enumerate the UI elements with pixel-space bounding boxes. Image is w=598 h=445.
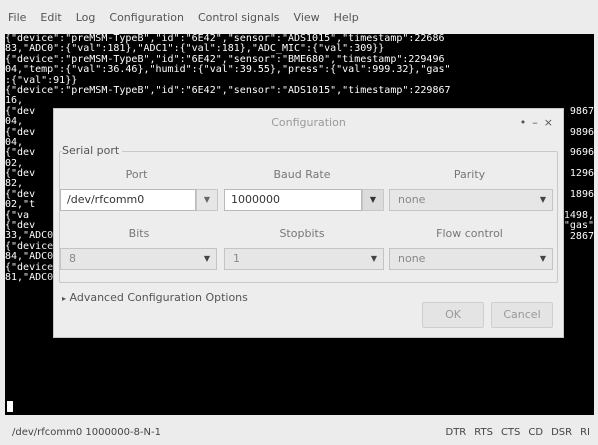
menu-view[interactable]: View (294, 11, 320, 24)
flow-control-label: Flow control (436, 227, 503, 240)
connection-status: /dev/rfcomm0 1000000-8-N-1 (12, 427, 161, 438)
status-bar: /dev/rfcomm0 1000000-8-N-1 DTR RTS CTS C… (0, 420, 598, 445)
menu-control-signals[interactable]: Control signals (198, 11, 280, 24)
chevron-down-icon: ▼ (539, 195, 546, 204)
terminal-fragment: 1896 (569, 189, 594, 200)
ok-button[interactable]: OK (422, 302, 484, 328)
baud-rate-dropdown-button[interactable]: ▼ (362, 189, 384, 211)
rts-indicator[interactable]: RTS (474, 427, 493, 438)
menu-file[interactable]: File (8, 11, 26, 24)
terminal-line: 04,"temp":{"val":36.46},"humid":{"val":3… (5, 64, 451, 76)
stopbits-label: Stopbits (279, 227, 325, 240)
menu-bar: File Edit Log Configuration Control sign… (0, 0, 598, 34)
ri-indicator: RI (580, 427, 590, 438)
cts-indicator: CTS (500, 427, 521, 438)
close-icon[interactable]: × (544, 116, 553, 129)
terminal-fragment: 9867 (569, 105, 594, 117)
flow-control-value: none (398, 252, 426, 265)
bits-value: 8 (69, 252, 76, 265)
terminal-line: 16, (5, 95, 24, 107)
advanced-options-toggle[interactable]: ▸ Advanced Configuration Options (62, 291, 248, 304)
serial-port-group-label: Serial port (62, 144, 123, 157)
stopbits-select[interactable]: 1 ▼ (224, 248, 384, 270)
cancel-button[interactable]: Cancel (491, 302, 553, 328)
dialog-title: Configuration (271, 116, 346, 129)
bits-label: Bits (128, 227, 150, 240)
menu-edit[interactable]: Edit (40, 11, 61, 24)
terminal-line: {"device":"preMSM-TypeB","id":"6E42","se… (5, 84, 451, 96)
terminal-fragment: 9696 (569, 147, 594, 159)
menu-help[interactable]: Help (334, 11, 359, 24)
baud-rate-label: Baud Rate (273, 168, 331, 181)
menu-log[interactable]: Log (76, 11, 96, 24)
chevron-down-icon: ▼ (370, 254, 377, 263)
cd-indicator: CD (528, 427, 544, 438)
terminal-fragment: 2867 (569, 230, 594, 242)
terminal-fragment: 9896 (569, 126, 594, 138)
menu-configuration[interactable]: Configuration (109, 11, 184, 24)
stopbits-value: 1 (233, 252, 240, 265)
chevron-down-icon: ▼ (539, 254, 546, 263)
parity-label: Parity (453, 168, 486, 181)
port-label: Port (125, 168, 148, 181)
chevron-down-icon: ▼ (203, 254, 210, 263)
dsr-indicator: DSR (551, 427, 573, 438)
minimize-icon[interactable]: – (532, 116, 538, 129)
parity-value: none (398, 193, 426, 206)
port-dropdown-button[interactable]: ▼ (196, 189, 218, 211)
flow-control-select[interactable]: none ▼ (389, 248, 553, 270)
port-input[interactable]: /dev/rfcomm0 (60, 189, 196, 211)
parity-select[interactable]: none ▼ (389, 189, 553, 211)
baud-rate-input[interactable]: 1000000 (224, 189, 362, 211)
configuration-dialog: Configuration • – × Serial port Port Bau… (53, 108, 564, 338)
terminal-fragment: 1296 (569, 168, 594, 180)
bits-select[interactable]: 8 ▼ (60, 248, 217, 270)
dtr-indicator[interactable]: DTR (446, 427, 467, 438)
terminal-cursor (7, 401, 13, 412)
pin-icon[interactable]: • (520, 116, 527, 129)
advanced-options-label: Advanced Configuration Options (69, 291, 248, 304)
chevron-right-icon: ▸ (62, 294, 67, 303)
